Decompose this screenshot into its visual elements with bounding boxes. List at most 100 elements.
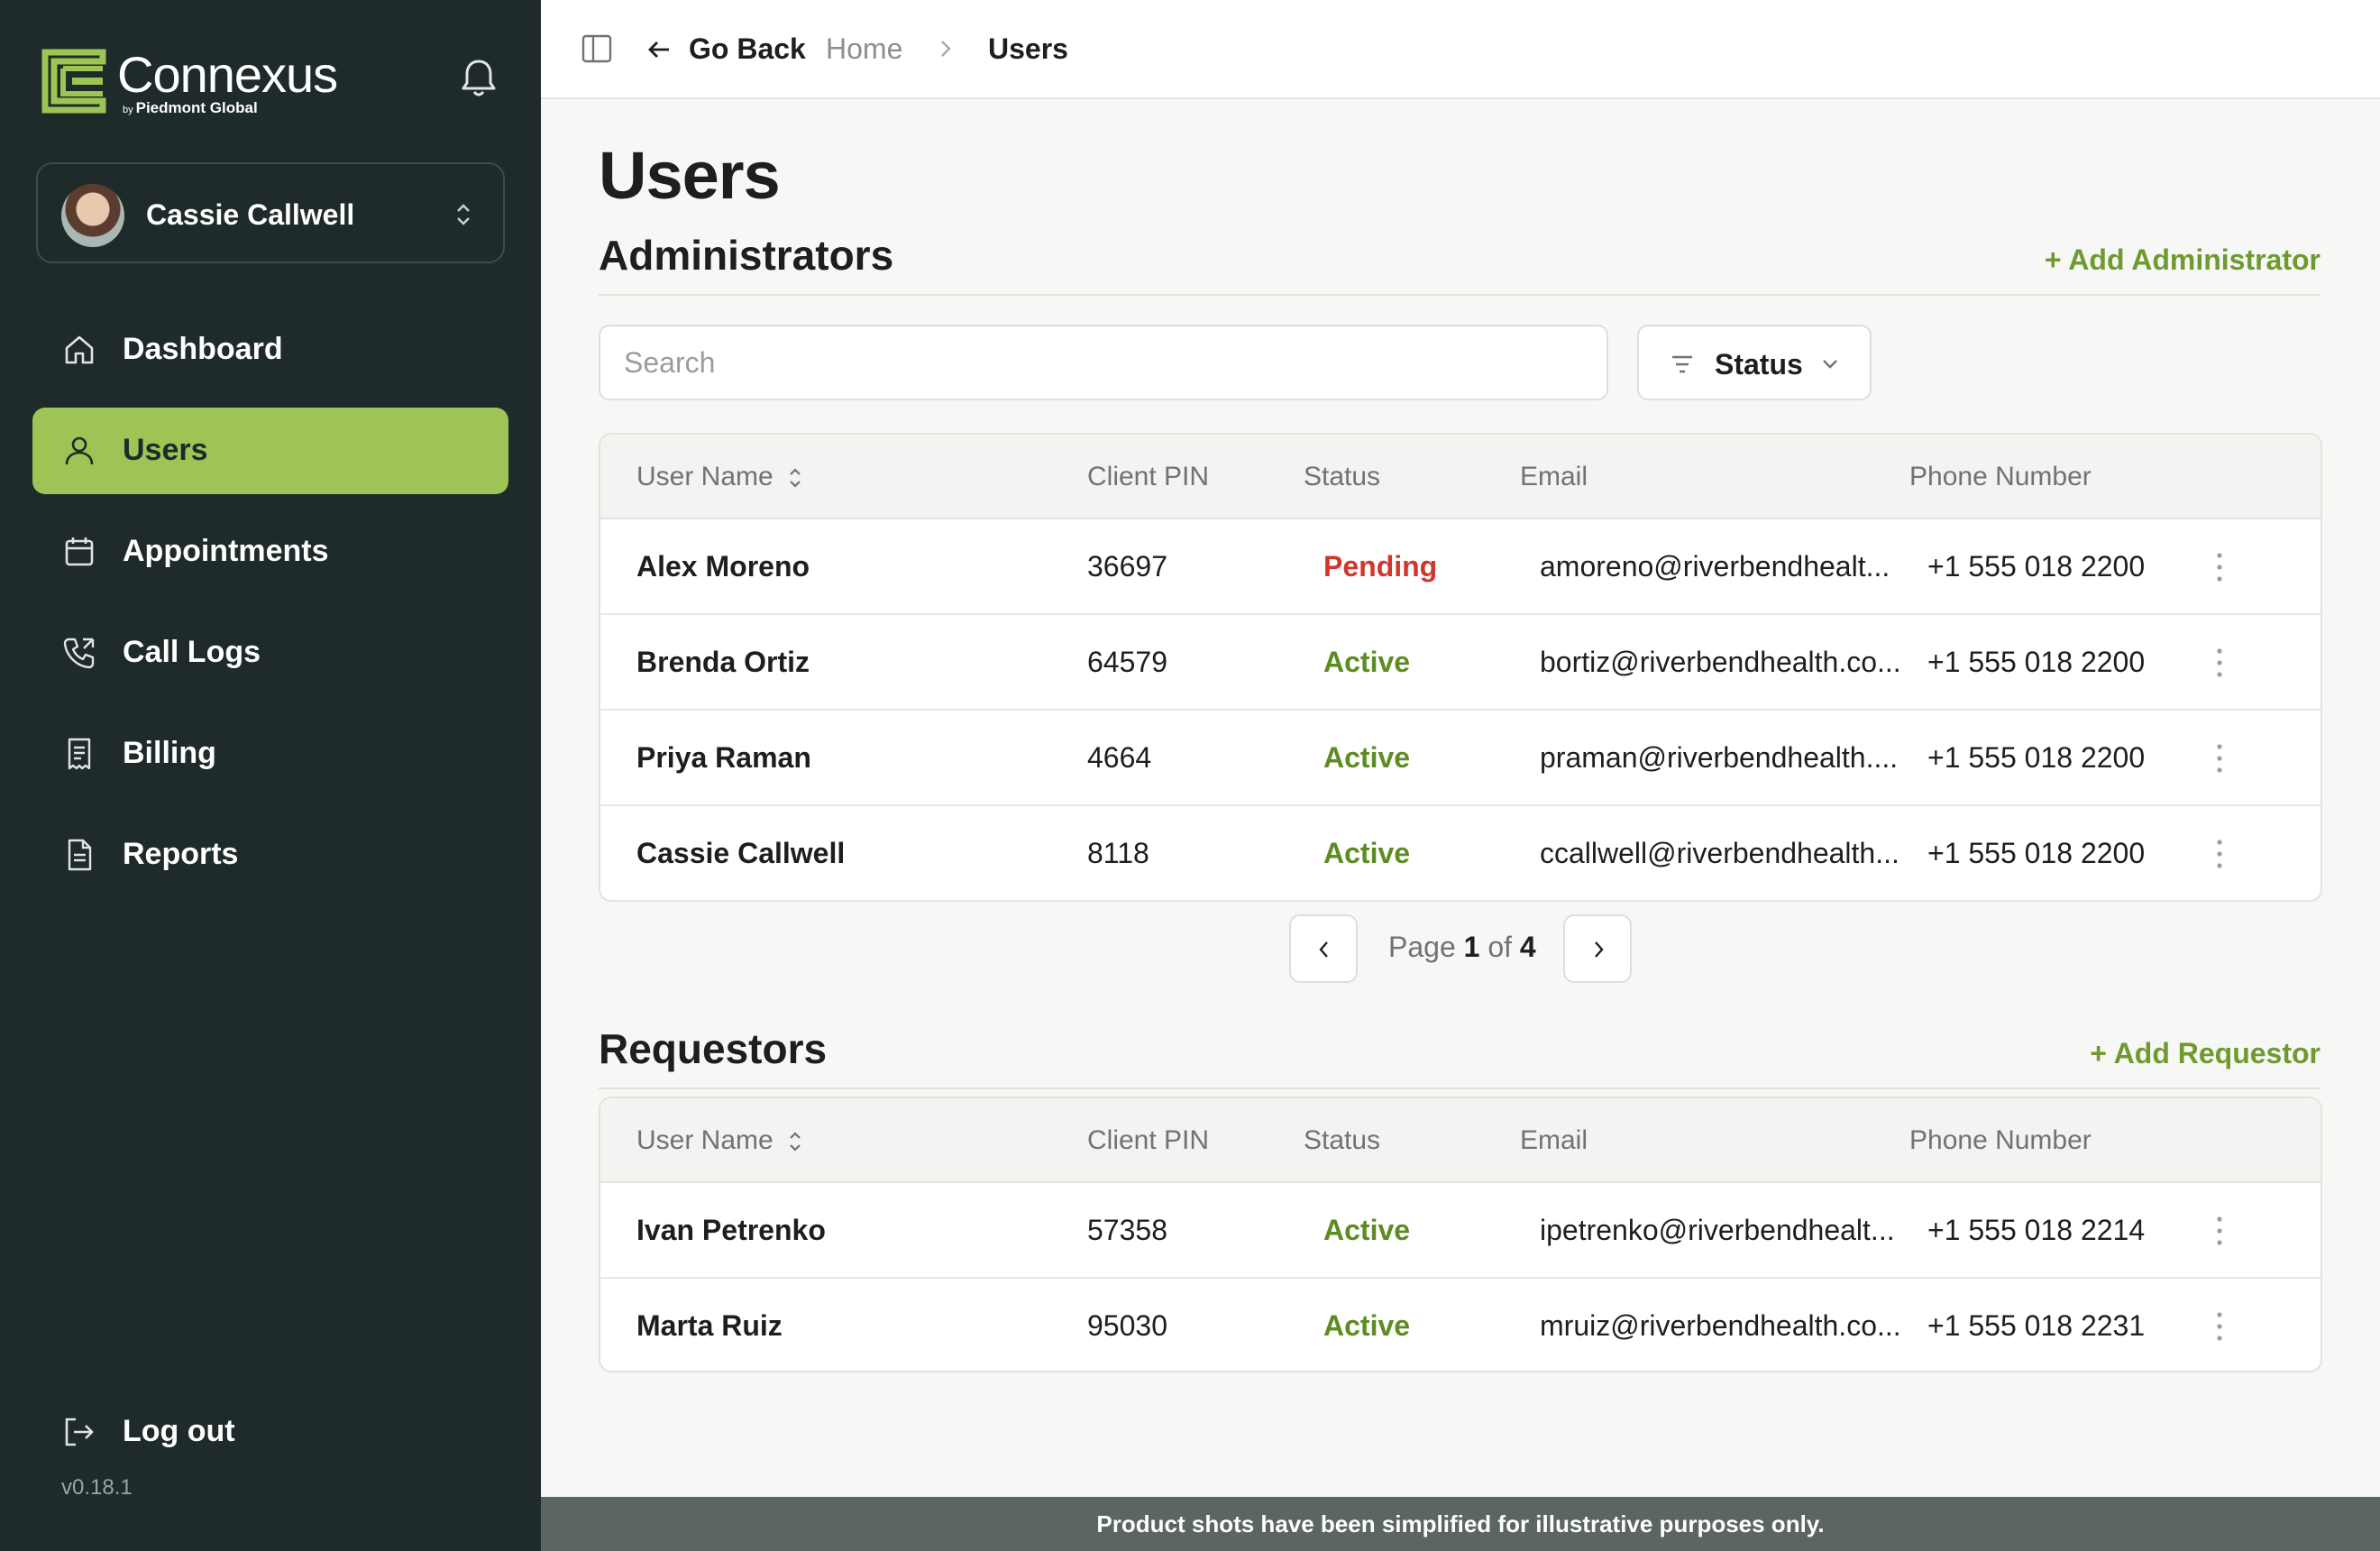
chevron-right-icon xyxy=(941,41,951,57)
more-options-icon[interactable] xyxy=(2212,741,2227,776)
client-pin: 95030 xyxy=(1087,1309,1167,1342)
column-status: Status xyxy=(1304,462,1381,491)
brand-name: Connexus xyxy=(117,46,338,103)
arrow-left-icon[interactable] xyxy=(645,36,673,63)
nav-label: Billing xyxy=(123,736,216,770)
requestors-table: User Name Client PIN Status Email Phone … xyxy=(599,1097,2322,1372)
nav-item-dashboard[interactable]: Dashboard xyxy=(32,307,508,393)
add-requestor-button[interactable]: + Add Requestor xyxy=(2090,1037,2320,1070)
user-name: Brenda Ortiz xyxy=(636,646,810,678)
logout-label: Log out xyxy=(123,1414,235,1448)
nav-item-call-logs[interactable]: Call Logs xyxy=(32,610,508,696)
table-header: User Name Client PIN Status Email Phone … xyxy=(600,435,2320,519)
more-options-icon[interactable] xyxy=(2212,550,2227,584)
phone-number: +1 555 018 2231 xyxy=(1927,1309,2146,1342)
user-name: Priya Raman xyxy=(636,741,811,774)
brand-subtitle: by Piedmont Global xyxy=(123,99,258,116)
sort-icon[interactable] xyxy=(786,1129,804,1154)
chevron-updown-icon xyxy=(457,204,470,225)
column-phone: Phone Number xyxy=(1909,462,2092,491)
go-back-button[interactable]: Go Back xyxy=(689,32,806,66)
sidebar-toggle-icon[interactable] xyxy=(581,32,613,65)
breadcrumb-home[interactable]: Home xyxy=(826,32,902,66)
client-pin: 36697 xyxy=(1087,550,1167,583)
more-options-icon[interactable] xyxy=(2212,1309,2227,1344)
column-user-name[interactable]: User Name xyxy=(636,462,774,492)
avatar xyxy=(61,184,124,247)
column-client-pin: Client PIN xyxy=(1087,1125,1210,1155)
nav-label: Dashboard xyxy=(123,332,283,366)
chevron-down-icon xyxy=(1823,360,1837,369)
sidebar: Connexus by Piedmont Global Cassie Callwe… xyxy=(0,0,541,1551)
chevron-right-icon xyxy=(1595,941,1604,958)
email: praman@riverbendhealth.... xyxy=(1540,741,1899,774)
table-row[interactable]: Brenda Ortiz 64579 Active bortiz@riverbe… xyxy=(600,615,2320,711)
more-options-icon[interactable] xyxy=(2212,646,2227,680)
nav-item-reports[interactable]: Reports xyxy=(32,812,508,898)
status-badge: Active xyxy=(1323,837,1411,869)
user-name: Cassie Callwell xyxy=(636,837,846,869)
phone-number: +1 555 018 2200 xyxy=(1927,550,2146,583)
add-administrator-button[interactable]: + Add Administrator xyxy=(2045,243,2320,277)
nav-item-users[interactable]: Users xyxy=(32,408,508,494)
client-pin: 8118 xyxy=(1087,837,1149,869)
email: amoreno@riverbendhealt... xyxy=(1540,550,1890,583)
client-pin: 57358 xyxy=(1087,1214,1167,1246)
nav-label: Appointments xyxy=(123,534,329,568)
account-name: Cassie Callwell xyxy=(146,198,355,231)
brand-logo[interactable]: Connexus by Piedmont Global xyxy=(41,46,366,119)
column-phone: Phone Number xyxy=(1909,1125,2092,1155)
table-row[interactable]: Alex Moreno 36697 Pending amoreno@riverb… xyxy=(600,519,2320,615)
requestors-heading: Requestors xyxy=(599,1025,828,1072)
top-bar: Go Back Home Users xyxy=(541,0,2380,99)
divider xyxy=(599,294,2320,296)
previous-page-button[interactable] xyxy=(1289,914,1358,983)
status-badge: Active xyxy=(1323,1214,1411,1246)
document-icon xyxy=(68,839,92,871)
sort-icon[interactable] xyxy=(786,465,804,491)
phone-number: +1 555 018 2200 xyxy=(1927,741,2146,774)
column-client-pin: Client PIN xyxy=(1087,462,1210,491)
phone-icon xyxy=(63,638,95,669)
column-email: Email xyxy=(1520,1125,1588,1155)
email: ccallwell@riverbendhealth... xyxy=(1540,837,1899,869)
table-row[interactable]: Ivan Petrenko 57358 Active ipetrenko@riv… xyxy=(600,1183,2320,1279)
table-row[interactable]: Cassie Callwell 8118 Active ccallwell@ri… xyxy=(600,806,2320,900)
nav-item-billing[interactable]: Billing xyxy=(32,711,508,797)
more-options-icon[interactable] xyxy=(2212,1214,2227,1248)
status-badge: Active xyxy=(1323,646,1411,678)
administrators-heading: Administrators xyxy=(599,232,894,279)
disclaimer-banner: Product shots have been simplified for i… xyxy=(541,1497,2380,1551)
more-options-icon[interactable] xyxy=(2212,837,2227,871)
search-input[interactable] xyxy=(599,325,1608,400)
status-filter-label: Status xyxy=(1715,348,1803,381)
table-header: User Name Client PIN Status Email Phone … xyxy=(600,1098,2320,1183)
breadcrumb-current: Users xyxy=(988,32,1068,65)
next-page-button[interactable] xyxy=(1563,914,1632,983)
home-icon xyxy=(65,335,94,364)
phone-number: +1 555 018 2200 xyxy=(1927,646,2146,678)
status-filter-button[interactable]: Status xyxy=(1637,325,1872,400)
phone-number: +1 555 018 2214 xyxy=(1927,1214,2146,1246)
table-row[interactable]: Priya Raman 4664 Active praman@riverbend… xyxy=(600,711,2320,806)
column-user-name[interactable]: User Name xyxy=(636,1125,774,1156)
client-pin: 4664 xyxy=(1087,741,1152,774)
table-row[interactable]: Marta Ruiz 95030 Active mruiz@riverbendh… xyxy=(600,1279,2320,1371)
administrators-table: User Name Client PIN Status Email Phone … xyxy=(599,433,2322,902)
page-indicator: Page 1 of 4 xyxy=(1388,931,1536,963)
page-title: Users xyxy=(599,138,781,213)
connexus-logo-icon xyxy=(41,49,106,114)
logout-button[interactable]: Log out xyxy=(32,1389,508,1475)
user-name: Alex Moreno xyxy=(636,550,810,583)
nav-item-appointments[interactable]: Appointments xyxy=(32,509,508,595)
client-pin: 64579 xyxy=(1087,646,1167,678)
column-email: Email xyxy=(1520,462,1588,491)
nav-label: Call Logs xyxy=(123,635,261,669)
email: bortiz@riverbendhealth.co... xyxy=(1540,646,1901,678)
calendar-icon xyxy=(65,537,94,566)
column-status: Status xyxy=(1304,1125,1381,1155)
user-name: Ivan Petrenko xyxy=(636,1214,826,1246)
bell-icon[interactable] xyxy=(460,58,498,99)
logout-icon xyxy=(65,1418,94,1446)
account-switcher[interactable]: Cassie Callwell xyxy=(36,162,505,263)
